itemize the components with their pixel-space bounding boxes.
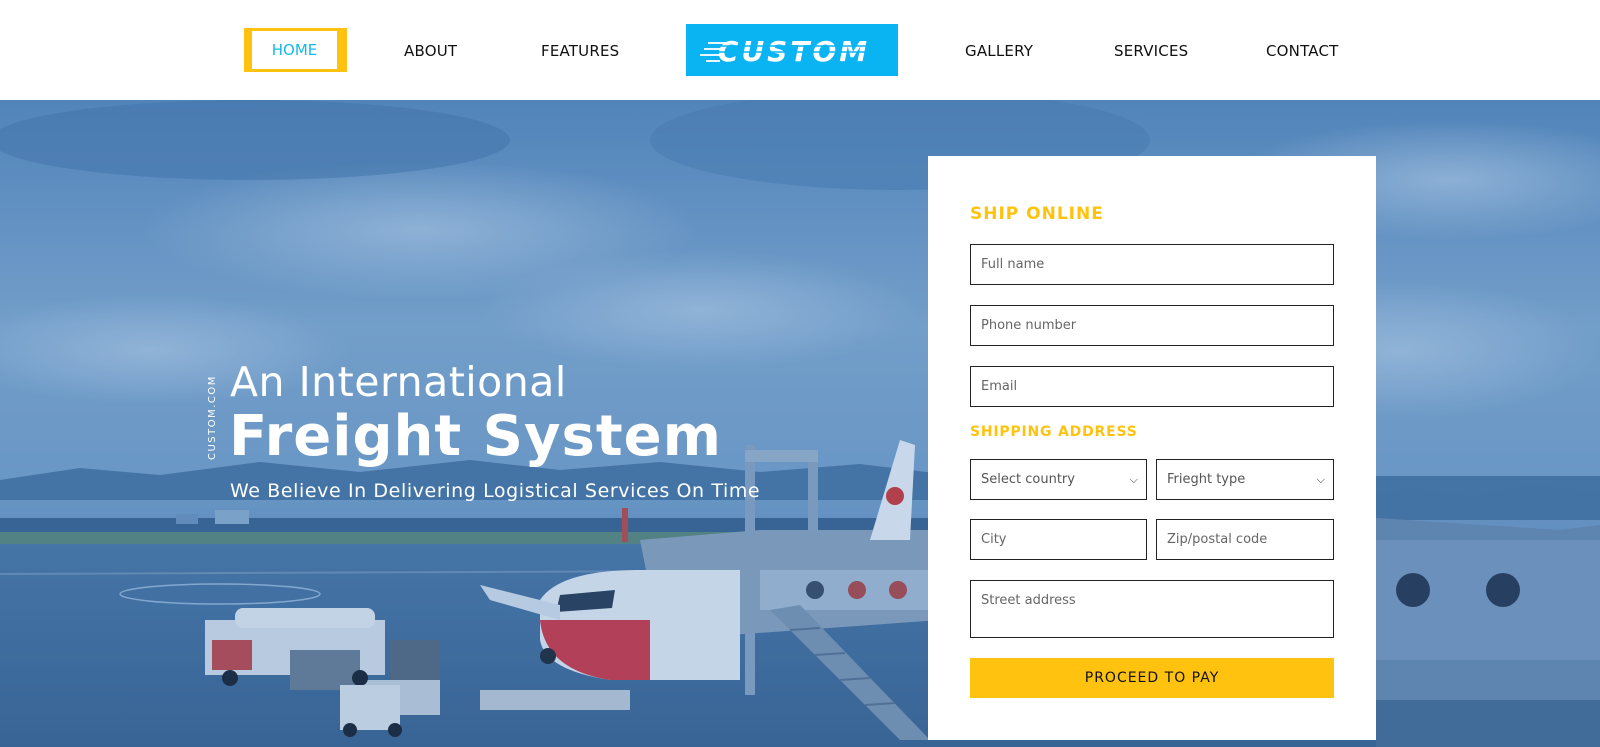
nav-home-label[interactable]: HOME: [252, 31, 337, 69]
shipping-address-heading: SHIPPING ADDRESS: [970, 424, 1138, 440]
form-title: SHIP ONLINE: [970, 204, 1104, 224]
top-navigation: HOME ABOUT FEATURES CUSTOM GALLERY SERVI…: [0, 0, 1600, 100]
zip-input[interactable]: [1156, 519, 1334, 560]
hero-side-text: CUSTOM.COM: [207, 375, 218, 460]
email-input[interactable]: [970, 366, 1334, 407]
freight-select-value: Frieght type: [1167, 472, 1246, 487]
logo-graphic: CUSTOM: [700, 35, 876, 68]
country-select[interactable]: Select country ⌵: [970, 459, 1147, 500]
phone-input[interactable]: [970, 305, 1334, 346]
nav-about[interactable]: ABOUT: [404, 39, 457, 63]
nav-features[interactable]: FEATURES: [541, 39, 619, 63]
hero-tagline: We Believe In Delivering Logistical Serv…: [230, 480, 761, 502]
nav-contact[interactable]: CONTACT: [1266, 39, 1339, 63]
freight-type-select[interactable]: Frieght type ⌵: [1156, 459, 1334, 500]
country-select-value: Select country: [981, 472, 1075, 487]
nav-gallery[interactable]: GALLERY: [965, 39, 1033, 63]
hero-heading-line2: Freight System: [229, 404, 722, 469]
fullname-input[interactable]: [970, 244, 1334, 285]
site-logo[interactable]: CUSTOM: [686, 24, 898, 76]
chevron-down-icon: ⌵: [1316, 473, 1325, 486]
city-input[interactable]: [970, 519, 1147, 560]
proceed-to-pay-button[interactable]: PROCEED TO PAY: [970, 658, 1334, 698]
hero-heading-line1: An International: [230, 358, 567, 406]
ship-online-form: SHIP ONLINE SHIPPING ADDRESS Select coun…: [928, 156, 1376, 740]
nav-services[interactable]: SERVICES: [1114, 39, 1188, 63]
nav-home[interactable]: HOME: [244, 28, 347, 72]
chevron-down-icon: ⌵: [1129, 473, 1138, 486]
street-address-input[interactable]: [970, 580, 1334, 638]
